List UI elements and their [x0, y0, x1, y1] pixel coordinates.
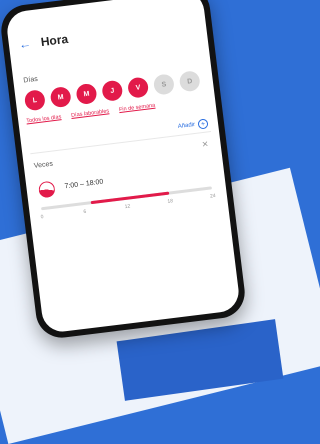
- slider-tick-label: 0: [40, 214, 44, 221]
- slider-tick-label: 18: [167, 198, 174, 205]
- day-toggle-saturday[interactable]: S: [152, 73, 176, 96]
- preset-weekdays-link[interactable]: Días laborables: [71, 108, 110, 119]
- day-toggle-monday[interactable]: L: [23, 89, 47, 112]
- day-toggle-sunday[interactable]: D: [178, 70, 201, 93]
- time-range-text: 7:00 – 18:00: [64, 178, 104, 191]
- phone-frame: ← Hora Días L M M J V S D Todos los días…: [0, 0, 248, 341]
- day-toggle-friday[interactable]: V: [126, 76, 150, 99]
- day-toggle-thursday[interactable]: J: [101, 79, 124, 102]
- add-label: Añadir: [177, 121, 196, 131]
- phone-screen: ← Hora Días L M M J V S D Todos los días…: [5, 0, 241, 334]
- add-time-button[interactable]: Añadir +: [177, 118, 209, 132]
- slider-tick-label: 6: [83, 208, 87, 216]
- app-header: ← Hora: [18, 32, 69, 52]
- times-label: Veces: [33, 160, 54, 170]
- time-pie-icon: [37, 180, 56, 199]
- day-toggle-wednesday[interactable]: M: [75, 82, 98, 106]
- days-label: Días: [23, 75, 39, 85]
- close-icon[interactable]: ✕: [201, 139, 209, 149]
- days-selector: L M M J V S D: [23, 70, 201, 112]
- day-toggle-tuesday[interactable]: M: [49, 85, 72, 109]
- divider: [30, 131, 212, 155]
- slider-tick-label: 12: [124, 203, 131, 211]
- page-title: Hora: [39, 31, 69, 50]
- plus-circle-icon: +: [197, 118, 209, 130]
- preset-weekend-link[interactable]: Fin de semana: [119, 103, 156, 113]
- arrow-left-icon[interactable]: ←: [18, 36, 32, 51]
- preset-all-days-link[interactable]: Todos los días: [26, 114, 62, 124]
- slider-tick-label: 24: [209, 192, 217, 200]
